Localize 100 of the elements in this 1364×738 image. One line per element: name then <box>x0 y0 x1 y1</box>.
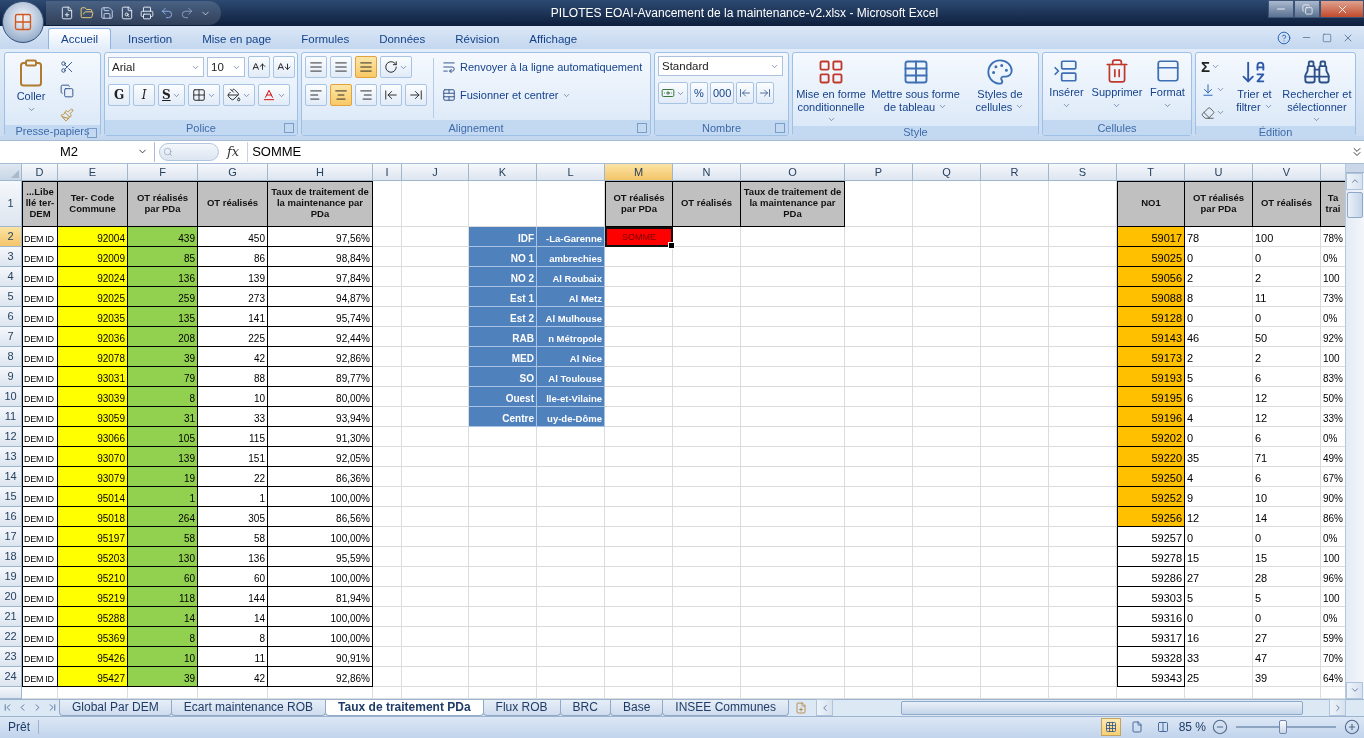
find-select-button[interactable]: Rechercher et sélectionner <box>1281 56 1352 127</box>
row-header[interactable]: 17 <box>0 526 22 547</box>
zoom-in-icon[interactable] <box>1344 719 1360 736</box>
launcher-icon[interactable] <box>637 123 647 134</box>
row-header[interactable]: 11 <box>0 406 22 427</box>
row-header[interactable]: 13 <box>0 446 22 467</box>
last-sheet-icon[interactable] <box>47 702 58 714</box>
normal-view-button[interactable] <box>1100 718 1121 737</box>
style-button[interactable]: Mise en forme conditionnelle <box>796 56 867 127</box>
save-icon[interactable] <box>100 6 114 21</box>
sheet-tab[interactable]: BRC <box>559 699 611 716</box>
row-header[interactable]: 16 <box>0 506 22 527</box>
increase-decimal-button[interactable] <box>736 82 755 105</box>
scroll-thumb[interactable] <box>901 700 1303 715</box>
zoom-level[interactable]: 85 % <box>1178 720 1206 735</box>
align-bottom-button[interactable] <box>355 56 377 79</box>
fill-handle[interactable] <box>668 241 675 249</box>
ribbon-tab[interactable]: Formules <box>288 28 363 50</box>
row-header[interactable]: 2 <box>0 226 22 247</box>
ribbon-tab[interactable]: Affichage <box>516 28 591 50</box>
cells-button[interactable]: Supprimer <box>1090 56 1144 121</box>
align-right-button[interactable] <box>355 84 377 107</box>
shrink-font-button[interactable] <box>273 56 295 79</box>
bold-button[interactable]: G <box>108 84 130 107</box>
font-size-field[interactable]: 10 <box>207 57 245 78</box>
autosum-button[interactable]: Σ <box>1199 56 1227 78</box>
first-sheet-icon[interactable] <box>2 702 13 714</box>
spreadsheet-grid[interactable] <box>0 163 1345 699</box>
ribbon-tab[interactable]: Données <box>366 28 439 50</box>
sheet-tab[interactable]: Taux de traitement PDa <box>325 699 484 716</box>
decrease-indent-button[interactable] <box>380 84 402 107</box>
ribbon-tab[interactable]: Insertion <box>115 28 186 50</box>
percent-button[interactable]: % <box>690 82 708 105</box>
sheet-tab[interactable]: Base <box>609 699 664 716</box>
ribbon-tab[interactable]: Mise en page <box>189 28 285 50</box>
increase-indent-button[interactable] <box>405 84 427 107</box>
scroll-right-button[interactable] <box>1329 699 1346 717</box>
launcher-icon[interactable] <box>775 123 785 134</box>
sheet-tab[interactable]: Ecart maintenance ROB <box>170 699 327 716</box>
insert-function-button[interactable]: fx <box>227 144 240 160</box>
paste-button[interactable]: Coller <box>8 56 54 126</box>
restore-icon[interactable] <box>1322 32 1332 43</box>
style-button[interactable]: Styles de cellules <box>964 56 1035 127</box>
name-box[interactable]: M2 <box>0 141 155 162</box>
minimize-button[interactable] <box>1268 0 1294 18</box>
italic-button[interactable]: I <box>133 84 155 107</box>
row-header[interactable]: 9 <box>0 366 22 387</box>
row-header[interactable]: 5 <box>0 286 22 307</box>
row-header[interactable]: 18 <box>0 546 22 567</box>
row-header[interactable]: 15 <box>0 486 22 507</box>
printer-icon[interactable] <box>140 6 154 21</box>
row-header[interactable]: 24 <box>0 666 22 687</box>
row-header[interactable]: 1 <box>0 180 22 227</box>
scroll-thumb[interactable] <box>1347 191 1363 218</box>
redo-icon[interactable] <box>180 6 194 21</box>
row-header[interactable]: 7 <box>0 326 22 347</box>
scroll-left-button[interactable] <box>816 699 833 717</box>
align-top-button[interactable] <box>305 56 327 79</box>
decrease-decimal-button[interactable] <box>756 82 775 105</box>
style-button[interactable]: Mettre sous forme de tableau <box>870 56 961 127</box>
help-icon[interactable] <box>1277 30 1291 45</box>
row-header[interactable]: 3 <box>0 246 22 267</box>
row-header[interactable]: 10 <box>0 386 22 407</box>
launcher-icon[interactable] <box>87 128 97 139</box>
underline-button[interactable]: S <box>158 84 185 107</box>
cells-button[interactable]: Insérer <box>1046 56 1087 121</box>
row-header[interactable]: 4 <box>0 266 22 287</box>
orientation-button[interactable] <box>380 56 412 79</box>
sheet-tab[interactable]: INSEE Communes <box>662 699 789 716</box>
wrap-text-button[interactable]: Renvoyer à la ligne automatiquement <box>440 56 645 79</box>
row-header[interactable]: 12 <box>0 426 22 447</box>
font-name-field[interactable]: Arial <box>108 57 204 78</box>
row-header[interactable]: 20 <box>0 586 22 607</box>
fill-color-button[interactable] <box>222 84 255 107</box>
cells-button[interactable]: Format <box>1147 56 1188 121</box>
borders-button[interactable] <box>187 84 220 107</box>
close-button[interactable] <box>1320 0 1364 18</box>
row-header[interactable]: 19 <box>0 566 22 587</box>
align-left-button[interactable] <box>305 84 327 107</box>
merge-button[interactable]: Fusionner et centrer <box>440 84 645 107</box>
undo-icon[interactable] <box>160 6 174 21</box>
new-file-icon[interactable] <box>60 6 74 21</box>
align-middle-button[interactable] <box>330 56 352 79</box>
formula-field[interactable]: SOMME <box>247 141 1350 162</box>
row-header[interactable]: 14 <box>0 466 22 487</box>
row-header[interactable]: 22 <box>0 626 22 647</box>
row-header[interactable]: 8 <box>0 346 22 367</box>
sort-filter-button[interactable]: Trier et filtrer <box>1231 56 1278 127</box>
thousands-button[interactable]: 000 <box>710 82 735 105</box>
zoom-out-icon[interactable] <box>1212 719 1228 736</box>
sheet-tab[interactable]: Flux ROB <box>482 699 561 716</box>
print-preview-icon[interactable] <box>120 6 134 21</box>
currency-button[interactable] <box>658 82 688 105</box>
row-header[interactable]: 6 <box>0 306 22 327</box>
row-header[interactable]: 21 <box>0 606 22 627</box>
launcher-icon[interactable] <box>284 123 294 134</box>
restore-button[interactable] <box>1294 0 1320 18</box>
row-header[interactable]: 23 <box>0 646 22 667</box>
grow-font-button[interactable] <box>248 56 270 79</box>
zoom-thumb[interactable] <box>1279 720 1287 735</box>
